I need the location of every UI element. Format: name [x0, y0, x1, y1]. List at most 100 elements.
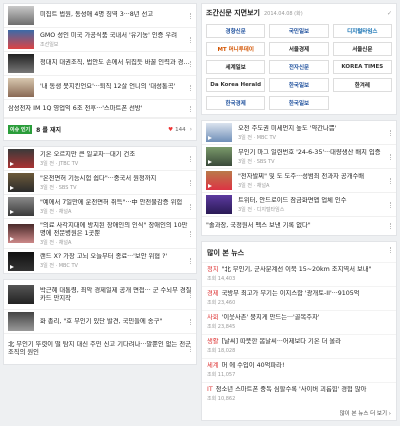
more-icon[interactable]: [190, 155, 192, 162]
more-icon[interactable]: [190, 203, 192, 210]
more-icon[interactable]: [390, 201, 392, 208]
meta: 3일 전 · 채널A: [40, 208, 72, 215]
list-item[interactable]: 기온 오르지만 큰 일교차···대기 건조 3일 전 · JTBC TV: [4, 147, 196, 171]
list-item[interactable]: 삼성전자 IM 1Q 영업익 6조 전후···'스마트폰 선방': [4, 100, 196, 118]
view-count: 조회 23,845: [207, 324, 236, 330]
more-icon[interactable]: [390, 223, 392, 229]
more-link[interactable]: 많이 본 뉴스 더 보기 ›: [202, 406, 396, 420]
headline: 국방부 최고가 무기는 이지스함 '광개토-II'···9105억: [221, 290, 360, 297]
paper-button[interactable]: 한국일보: [269, 78, 329, 92]
headline: 머 에 수입이 40억파라!: [221, 362, 285, 369]
news-card-1: 미집트 법원, 동성애 4명 징역 3···8년 선고 GMO 성인 미국 가공…: [3, 3, 197, 141]
paper-button[interactable]: 디지털타임스: [332, 24, 392, 38]
list-item[interactable]: '내 동생 못지킨언요'···퇴직 12살 언니의 '대성통곡': [4, 76, 196, 100]
headline: 삼성전자 IM 1Q 영업익 6조 전후···'스마트폰 선방': [8, 104, 143, 112]
thumbnail: [8, 54, 34, 73]
list-item[interactable]: 무인기 마그 일련번호 '24-6-35'···대량생산 배치 입증 3일 전 ·…: [202, 145, 396, 169]
list-item[interactable]: 청대치 대권조직, 법안도 손에서 뒤집듯 바꿀 인력과 경험 검토: [4, 52, 196, 76]
meta: 3일 전 · SBS TV: [40, 184, 77, 191]
heart-icon[interactable]: ♥: [168, 127, 173, 133]
more-icon[interactable]: [390, 153, 392, 160]
headline: '내 동생 못지킨언요'···퇴직 12살 언니의 '대성통곡': [40, 83, 176, 90]
list-item[interactable]: "온전면허 기능시험 쉽다"···중국서 원정까지 3일 전 · SBS TV: [4, 171, 196, 195]
more-icon[interactable]: [390, 177, 392, 184]
headline: "온전면허 기능시험 쉽다"···중국서 원정까지: [40, 174, 157, 182]
headline: 화 총리, "호 무인기 있단 발견, 국민들에 송구": [40, 317, 163, 325]
more-icon[interactable]: [190, 179, 192, 186]
headline: 랜드 X? 가장 고뇌 오늘부터 종료···'보안 위협 ?': [40, 253, 168, 260]
video-thumbnail: [8, 149, 34, 168]
meta: 3일 전 · SBS TV: [238, 158, 275, 165]
share-icon[interactable]: ›: [190, 126, 192, 133]
list-item[interactable]: 화 총리, "호 무인기 있단 발견, 국민들에 송구": [4, 310, 196, 334]
video-thumbnail: [206, 123, 232, 142]
meta: 조선일보: [40, 41, 59, 48]
list-item[interactable]: 생활 [날씨] 따뜻한 봄날씨···어제보다 기온 더 올라 조회 18,028: [202, 334, 396, 358]
paper-button[interactable]: Da Korea Herald: [206, 78, 266, 92]
list-item[interactable]: GMO 성인 미국 가공식품 국내서 '유기농' 인증 우려조선일보: [4, 28, 196, 52]
more-icon[interactable]: [190, 258, 192, 264]
more-icon[interactable]: [390, 247, 392, 253]
list-item[interactable]: 세계 머 에 수입이 40억파라! 조회 11,057: [202, 358, 396, 382]
list-item[interactable]: 사회 '이웃사촌' 뭉치게 만드는···'골목주차' 조회 23,845: [202, 310, 396, 334]
more-icon[interactable]: [190, 84, 192, 91]
paper-button[interactable]: 세계일보: [206, 60, 266, 74]
headline: "의료 사각지대에 방치된 장애인의 인식" 장애인의 10만 명에 전문병원은…: [40, 221, 188, 237]
list-item[interactable]: IT 청소년 스마트폰 중독 심할수록 '사이버 괴롭힘' 경험 많아 조회 10,…: [202, 382, 396, 406]
more-icon[interactable]: [190, 230, 192, 237]
list-item[interactable]: 北 무인기 뚜렷이 떨 탐지 대신 주민 신고 기다려나···말뿐인 없는 전군…: [4, 334, 196, 364]
video-thumbnail: [8, 224, 34, 243]
paper-button[interactable]: 경향신문: [206, 24, 266, 38]
paper-button[interactable]: MT 머니투데이: [206, 42, 266, 56]
video-thumbnail: [206, 171, 232, 190]
paper-button[interactable]: 한겨레: [332, 78, 392, 92]
thumbnail: [206, 195, 232, 214]
headline: "北 무인기, 군사분계선 이북 15~20km 조지역서 보내": [221, 266, 372, 273]
more-icon[interactable]: [190, 346, 192, 352]
reaction-count: 144: [175, 126, 186, 133]
panel-title: 조간신문 지면보기: [206, 9, 260, 17]
more-icon[interactable]: [190, 105, 192, 112]
reaction-label[interactable]: 8 를 재지: [36, 125, 61, 134]
thumbnail: [8, 30, 34, 49]
paper-button[interactable]: 한국일보: [269, 96, 329, 110]
list-item[interactable]: "솔과장, 국정원서 펙스 보낸 기록 없다": [202, 217, 396, 235]
headline: '이웃사촌' 뭉치게 만드는···'골목주차': [221, 314, 320, 321]
paper-button[interactable]: KOREA TIMES: [332, 60, 392, 74]
more-icon[interactable]: [390, 129, 392, 136]
list-item[interactable]: 랜드 X? 가장 고뇌 오늘부터 종료···'보안 위협 ?' 3일 전 · MB…: [4, 249, 196, 273]
headline: 박근혜 대통령, 최악 경제일제 공개 면접··· 군 수뇌부 경질 카드 만지…: [40, 286, 192, 302]
paper-button[interactable]: 전자신문: [269, 60, 329, 74]
headline: 청대치 대권조직, 법안도 손에서 뒤집듯 바꿀 인력과 경험 검토: [40, 59, 192, 66]
headline: 오전 주도권 미세먼지 높도 '약간나쁨': [238, 124, 337, 132]
headline: GMO 성인 미국 가공식품 국내서 '유기농' 인증 우려: [40, 31, 178, 39]
more-icon[interactable]: [190, 60, 192, 67]
view-count: 조회 18,028: [207, 348, 236, 354]
thumbnail: [8, 312, 34, 331]
list-item[interactable]: "전자발찌" 및 도 도주···성범죄 전과자 공개수배 3일 전 · 채널A: [202, 169, 396, 193]
view-count: 조회 11,057: [207, 372, 236, 378]
meta: 3일 전 · MBC TV: [238, 134, 276, 141]
list-item[interactable]: 박근혜 대통령, 최악 경제일제 공개 면접··· 군 수뇌부 경질 카드 만지…: [4, 280, 196, 310]
list-item[interactable]: 트위터, 안드로이드 잠금화면앱 업체 인수 3일 전 · 디지털타임스: [202, 193, 396, 217]
more-icon[interactable]: [190, 36, 192, 43]
list-item[interactable]: "의료 사각지대에 방치된 장애인의 인식" 장애인의 10만 명에 전문병원은…: [4, 219, 196, 249]
list-item[interactable]: "예에서 7일만에 운전면허 취득"···中 안전불감증 위험 3일 전 · 채널…: [4, 195, 196, 219]
list-item[interactable]: 오전 주도권 미세먼지 높도 '약간나쁨' 3일 전 · MBC TV: [202, 121, 396, 145]
settings-icon[interactable]: ✓: [387, 10, 392, 17]
more-icon[interactable]: [190, 318, 192, 325]
category-label: 생활: [207, 338, 219, 345]
list-item[interactable]: 경제 국방부 최고가 무기는 이지스함 '광개토-II'···9105억 조회 23…: [202, 286, 396, 310]
paper-button[interactable]: 국민일보: [269, 24, 329, 38]
paper-button[interactable]: 한국경제: [206, 96, 266, 110]
headline: 北 무인기 뚜렷이 떨 탐지 대신 주민 신고 기다려나···말뿐인 없는 전군…: [8, 341, 191, 356]
panel-date: 2014.04.08 (화): [263, 11, 303, 17]
paper-button[interactable]: 서울경제: [269, 42, 329, 56]
more-icon[interactable]: [190, 12, 192, 19]
category-label: 정치: [207, 266, 219, 273]
more-icon[interactable]: [190, 291, 192, 298]
reaction-bar: 이슈 인기 8 를 재지 ♥ 144 ›: [4, 118, 196, 140]
list-item[interactable]: 미집트 법원, 동성애 4명 징역 3···8년 선고: [4, 4, 196, 28]
list-item[interactable]: 정치 "北 무인기, 군사분계선 이북 15~20km 조지역서 보내" 조회 14…: [202, 262, 396, 286]
paper-button[interactable]: 서울신문: [332, 42, 392, 56]
